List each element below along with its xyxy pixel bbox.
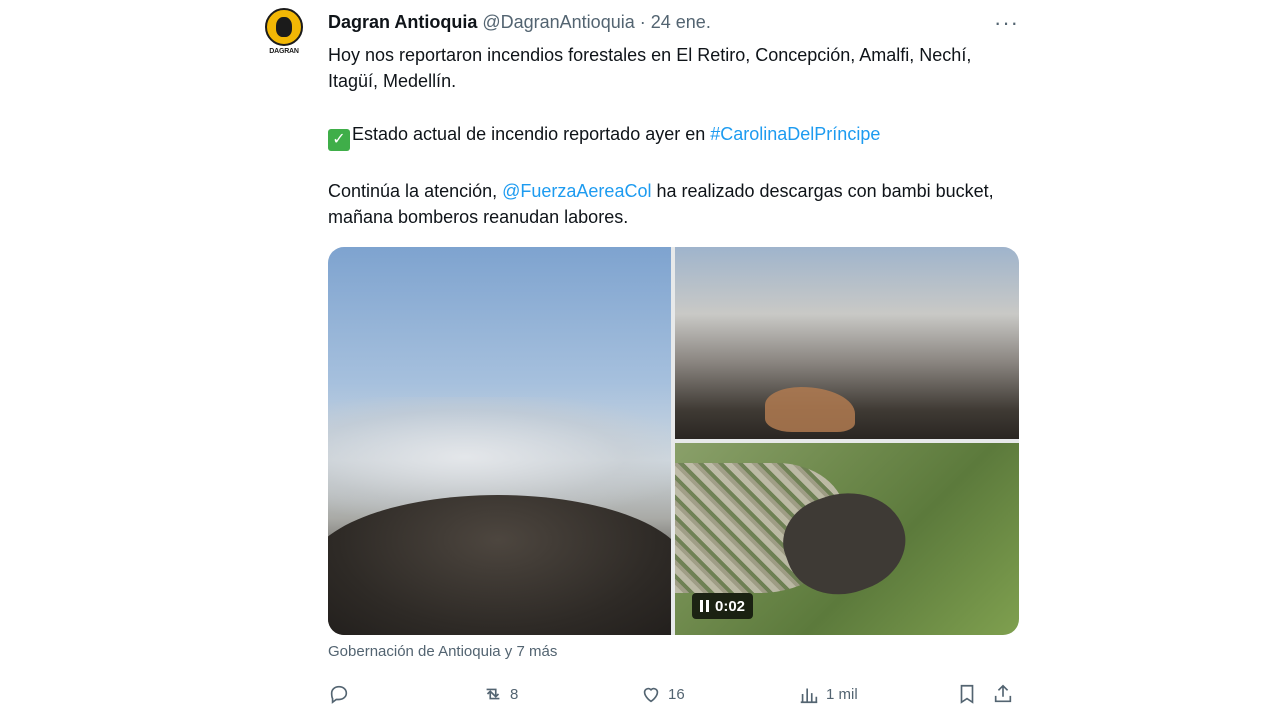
check-icon: ✓ xyxy=(328,129,350,151)
tweet-line-1: Hoy nos reportaron incendios forestales … xyxy=(328,45,972,91)
header-separator: · xyxy=(639,12,646,32)
author-handle[interactable]: @DagranAntioquia xyxy=(482,12,634,32)
media-grid: 0:02 xyxy=(328,247,1019,635)
avatar-brand: DAGRAN xyxy=(269,48,299,55)
bookmark-button[interactable] xyxy=(956,680,978,708)
like-count: 16 xyxy=(668,685,685,703)
reply-button[interactable] xyxy=(328,680,356,708)
tweet-line-3: Continúa la atención, @FuerzaAereaCol ha… xyxy=(328,178,1018,230)
media-photo-1[interactable] xyxy=(328,247,671,635)
share-button[interactable] xyxy=(992,680,1014,708)
like-icon xyxy=(643,687,659,703)
retweet-button[interactable]: 8 xyxy=(482,680,518,708)
tagged-users[interactable]: Gobernación de Antioquia y 7 más xyxy=(328,643,557,660)
pause-icon[interactable] xyxy=(700,600,709,612)
mention-link[interactable]: @FuerzaAereaCol xyxy=(502,181,651,201)
views-icon xyxy=(800,688,818,704)
tweet-header: Dagran Antioquia @DagranAntioquia · 24 e… xyxy=(328,12,711,33)
tweet-line-2: ✓ Estado actual de incendio reportado aye… xyxy=(328,121,1018,151)
tweet: DAGRAN Dagran Antioquia @DagranAntioquia… xyxy=(262,0,1022,720)
line2-text: Estado actual de incendio reportado ayer… xyxy=(352,124,711,144)
dirt-path-shape xyxy=(765,387,855,432)
avatar[interactable]: DAGRAN xyxy=(262,8,306,60)
line3-prefix: Continúa la atención, xyxy=(328,181,503,201)
author-name[interactable]: Dagran Antioquia xyxy=(328,12,477,32)
video-controls[interactable]: 0:02 xyxy=(692,593,754,619)
tweet-date[interactable]: 24 ene. xyxy=(651,12,711,32)
more-icon[interactable]: ··· xyxy=(994,10,1019,36)
tweet-text: Hoy nos reportaron incendios forestales … xyxy=(328,42,1018,257)
reply-icon xyxy=(330,685,348,704)
hashtag-link[interactable]: #CarolinaDelPríncipe xyxy=(710,124,880,144)
burnt-hill-shape xyxy=(328,495,671,635)
video-time: 0:02 xyxy=(715,597,746,615)
retweet-count: 8 xyxy=(510,685,519,703)
media-photo-2[interactable] xyxy=(675,247,1019,439)
action-bar: 8 16 1 mil xyxy=(328,680,1020,708)
views-count: 1 mil xyxy=(826,685,858,703)
retweet-icon xyxy=(486,688,500,700)
share-icon xyxy=(994,684,1012,703)
views-button[interactable]: 1 mil xyxy=(798,680,858,708)
bookmark-icon xyxy=(960,684,974,704)
dagran-logo-icon xyxy=(265,8,303,46)
like-button[interactable]: 16 xyxy=(640,680,685,708)
